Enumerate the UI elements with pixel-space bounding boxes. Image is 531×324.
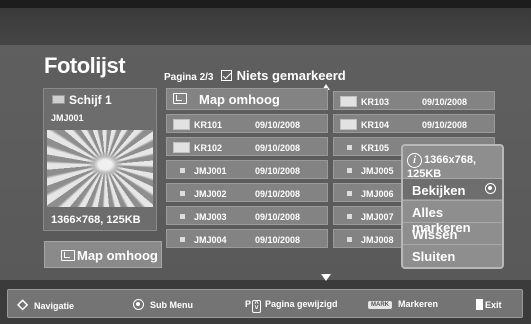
grid-folder-item[interactable]: KR101 09/10/2008 — [166, 114, 328, 133]
current-folder-label: JMJ001 — [51, 113, 84, 123]
drive-folder-icon — [52, 95, 65, 104]
grid-folder-item[interactable]: KR103 09/10/2008 — [333, 91, 495, 110]
grid-item-name: KR101 — [194, 120, 223, 130]
page-updown-icon: ˄ ˅ — [252, 300, 262, 313]
context-menu: i 1366x768, 125KB Bekijken Alles markeren W… — [401, 144, 504, 269]
folder-up-button-label: Map omhoog — [77, 248, 158, 263]
hint-submenu: Sub Menu — [133, 299, 193, 310]
context-menu-item-label: Bekijken — [412, 183, 466, 198]
grid-item-name: JMJ008 — [361, 235, 394, 245]
selected-radio-icon — [485, 183, 496, 194]
page-key-letter: P — [245, 299, 252, 309]
scroll-down-arrow-icon[interactable] — [321, 274, 331, 281]
grid-item-name: JMJ001 — [194, 166, 227, 176]
context-menu-item[interactable]: Wissen — [403, 222, 502, 243]
drive-label: Schijf 1 — [52, 93, 112, 107]
photo-file-icon — [180, 168, 185, 173]
folder-icon — [340, 96, 357, 107]
hint-submenu-label: Sub Menu — [150, 300, 193, 310]
grid-item-name: JMJ002 — [194, 189, 227, 199]
grid-item-name: JMJ004 — [194, 235, 227, 245]
hint-mark-label: Markeren — [398, 299, 439, 309]
info-icon: i — [407, 153, 422, 168]
grid-item-date: 09/10/2008 — [422, 97, 468, 107]
grid-item-date: 09/10/2008 — [255, 143, 301, 153]
photo-file-icon — [347, 168, 352, 173]
hint-navigation: Navigatie — [18, 297, 75, 311]
marked-status: Niets gemarkeerd — [236, 68, 346, 83]
grid-folder-up[interactable]: Map omhoog — [166, 88, 328, 110]
photo-file-icon — [347, 191, 352, 196]
photo-frame-screen: Fotolijst Pagina 2/3 Niets gemarkeerd Sc… — [0, 0, 531, 324]
hint-navigation-label: Navigatie — [34, 301, 75, 311]
grid-item-date: 09/10/2008 — [255, 235, 301, 245]
grid-item-date: 09/10/2008 — [255, 212, 301, 222]
context-menu-item-label: Sluiten — [412, 249, 456, 264]
exit-key-icon — [476, 299, 483, 310]
grid-file-item[interactable]: JMJ003 09/10/2008 — [166, 206, 328, 225]
ok-button-icon — [133, 299, 144, 310]
grid-file-item[interactable]: JMJ001 09/10/2008 — [166, 160, 328, 179]
hint-exit: Exit — [476, 299, 502, 310]
grid-item-name: KR104 — [361, 120, 390, 130]
checkbox-icon — [220, 70, 232, 81]
grid-file-item[interactable]: JMJ004 09/10/2008 — [166, 229, 328, 248]
page-indicator: Pagina 2/3 — [164, 72, 214, 83]
grid-item-name: KR103 — [361, 97, 390, 107]
preview-panel: Schijf 1 JMJ001 1366×768, 125KB — [43, 88, 157, 231]
context-menu-item-label: Wissen — [412, 227, 458, 242]
top-band — [0, 8, 531, 45]
hint-mark: MARK Markeren — [368, 299, 438, 309]
grid-file-item[interactable]: JMJ002 09/10/2008 — [166, 183, 328, 202]
folder-icon — [173, 119, 190, 130]
grid-item-date: 09/10/2008 — [255, 189, 301, 199]
hint-page-change: P ˄ ˅ Pagina gewijzigd — [245, 299, 338, 313]
folder-up-icon — [61, 250, 75, 261]
photo-file-icon — [347, 214, 352, 219]
grid-folder-item[interactable]: KR102 09/10/2008 — [166, 137, 328, 156]
hint-page-change-label: Pagina gewijzigd — [265, 299, 338, 309]
context-menu-item[interactable]: Sluiten — [403, 244, 502, 265]
grid-item-name: KR102 — [194, 143, 223, 153]
mark-key-icon: MARK — [368, 301, 392, 309]
folder-icon — [340, 119, 357, 130]
context-menu-resolution: i 1366x768, 125KB — [407, 153, 502, 180]
grid-item-date: 09/10/2008 — [422, 120, 468, 130]
photo-file-icon — [180, 237, 185, 242]
photo-file-icon — [347, 237, 352, 242]
grid-item-date: 09/10/2008 — [255, 120, 301, 130]
grid-item-name: JMJ006 — [361, 189, 394, 199]
grid-folder-up-label: Map omhoog — [199, 92, 280, 107]
folder-up-icon — [173, 93, 187, 104]
navigation-arrows-icon — [18, 297, 30, 311]
thumbnail-resolution: 1366×768, 125KB — [51, 214, 141, 226]
folder-icon — [173, 142, 190, 153]
folder-up-button[interactable]: Map omhoog — [44, 241, 162, 268]
grid-item-name: KR105 — [361, 143, 390, 153]
grid-item-name: JMJ007 — [361, 212, 394, 222]
key-help-bar: Navigatie Sub Menu P˄˅Pagina gewijzigd M… — [7, 289, 523, 318]
page-status: Pagina 2/3 Niets gemarkeerd — [164, 68, 346, 83]
hint-exit-label: Exit — [485, 300, 502, 310]
photo-file-icon — [347, 145, 352, 150]
drive-name: Schijf 1 — [69, 93, 112, 107]
photo-thumbnail — [47, 130, 153, 207]
grid-item-name: JMJ003 — [194, 212, 227, 222]
photo-file-icon — [180, 191, 185, 196]
grid-item-name: JMJ005 — [361, 166, 394, 176]
photo-file-icon — [180, 214, 185, 219]
grid-folder-item[interactable]: KR104 09/10/2008 — [333, 114, 495, 133]
page-title: Fotolijst — [44, 53, 126, 78]
context-menu-item[interactable]: Bekijken — [403, 178, 502, 199]
context-menu-item[interactable]: Alles markeren — [403, 200, 502, 235]
grid-item-date: 09/10/2008 — [255, 166, 301, 176]
